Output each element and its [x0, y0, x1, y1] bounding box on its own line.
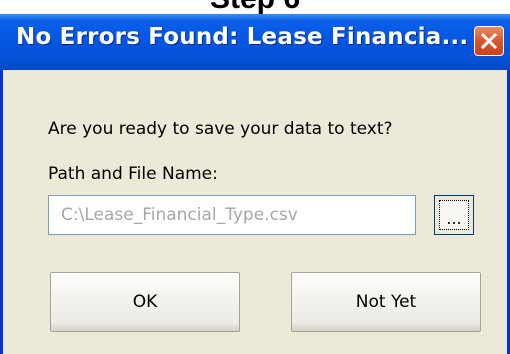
dialog-window: No Errors Found: Lease Financia... Are y… [0, 14, 510, 354]
dialog-title: No Errors Found: Lease Financia... [16, 24, 469, 50]
not-yet-button[interactable]: Not Yet [291, 272, 481, 332]
path-label: Path and File Name: [48, 164, 218, 184]
dialog-body: Are you ready to save your data to text?… [3, 70, 507, 354]
title-bar[interactable]: No Errors Found: Lease Financia... [0, 14, 510, 70]
browse-button-label: ... [439, 200, 469, 230]
browse-button[interactable]: ... [434, 195, 474, 235]
close-icon [480, 32, 498, 50]
save-question-text: Are you ready to save your data to text? [48, 119, 393, 139]
ok-button[interactable]: OK [50, 272, 240, 332]
path-input[interactable] [48, 195, 416, 235]
screenshot-page: Step 6 No Errors Found: Lease Financia..… [0, 0, 510, 354]
close-button[interactable] [474, 26, 504, 56]
